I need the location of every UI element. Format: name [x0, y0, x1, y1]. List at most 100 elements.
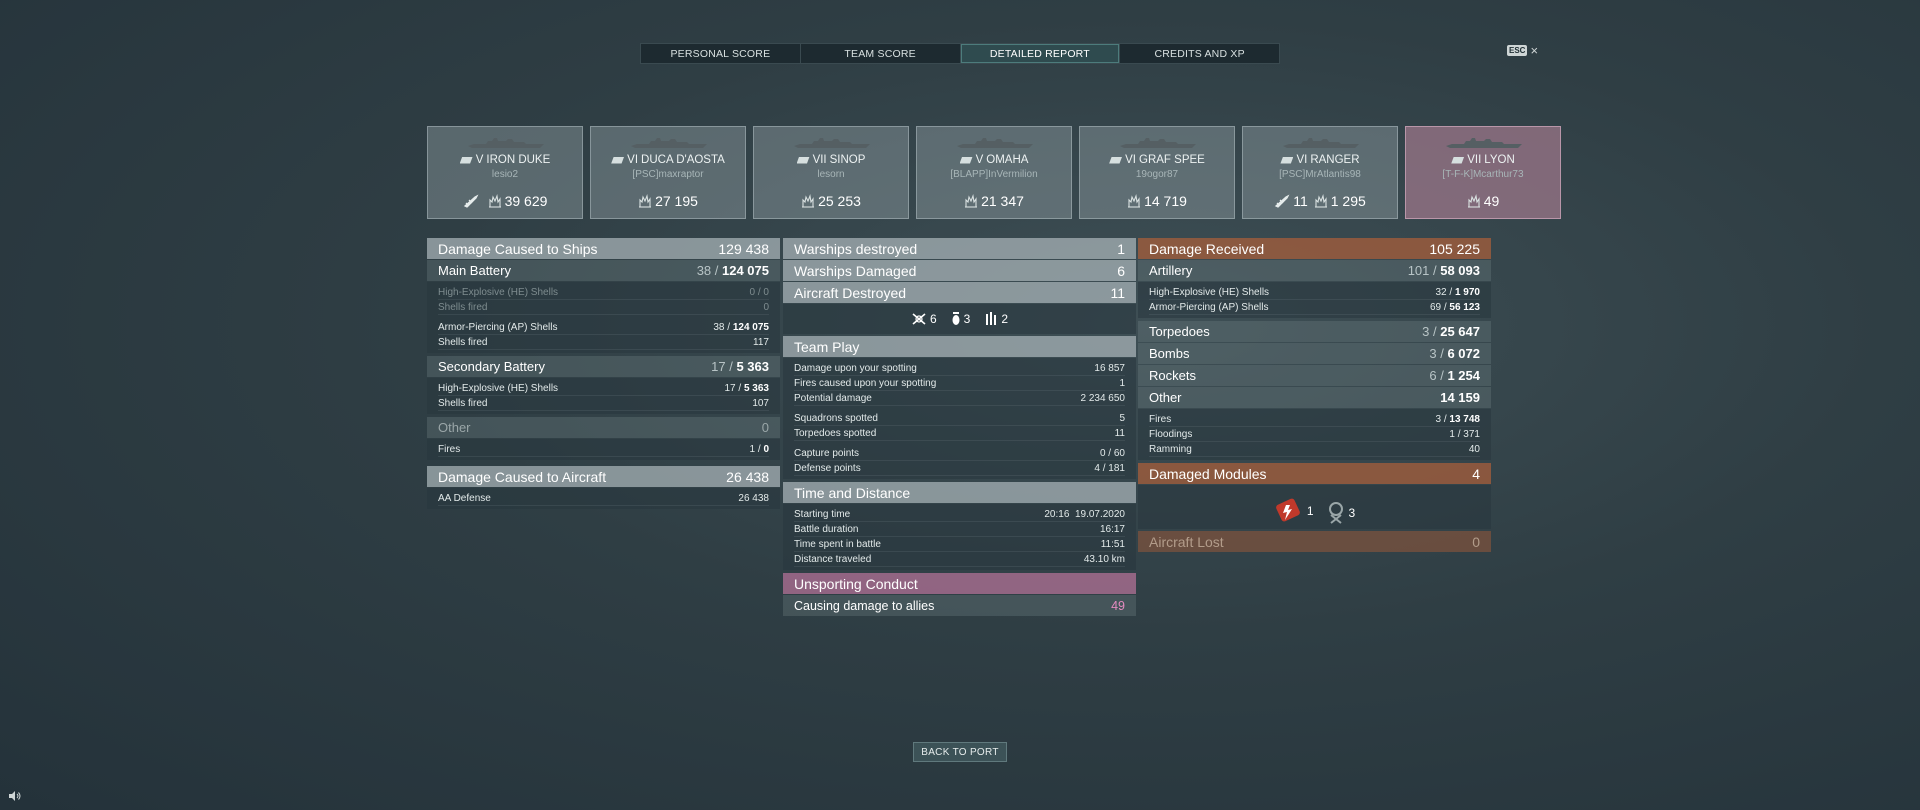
- plane-icon: [1275, 194, 1290, 208]
- warships-damaged-header: Warships Damaged 6: [783, 260, 1136, 281]
- player-name: lesio2: [491, 169, 519, 180]
- mb-he-row: High-Explosive (HE) Shells 0 / 0: [438, 285, 769, 300]
- ship-silhouette-icon: [1283, 138, 1359, 148]
- ship-stats: 27 195: [591, 193, 745, 209]
- main-battery-rows: High-Explosive (HE) Shells 0 / 0 Shells f…: [427, 282, 780, 353]
- ship-card[interactable]: VII LYON [T-F-K]Mcarthur73 49: [1405, 126, 1561, 219]
- other-rows: Fires 1 / 0: [427, 439, 780, 460]
- damage-stat: 25 253: [801, 193, 861, 209]
- td-row: Time spent in battle 11:51: [794, 537, 1125, 552]
- warships-destroyed-header: Warships destroyed 1: [783, 238, 1136, 259]
- artillery-rows: High-Explosive (HE) Shells 32 / 1 970 Arm…: [1138, 282, 1491, 318]
- ship-stats: 11 1 295: [1243, 193, 1397, 209]
- ship-silhouette-icon: [794, 138, 870, 148]
- ship-stats: 21 347: [917, 193, 1071, 209]
- steering-module: 3: [1326, 501, 1355, 525]
- ship-card[interactable]: VI DUCA D'AOSTA [PSC]maxraptor 27 195: [590, 126, 746, 219]
- mb-he-fired-row: Shells fired 0: [438, 300, 769, 315]
- esc-key-icon: ESC: [1507, 45, 1528, 56]
- sound-icon[interactable]: [8, 790, 22, 802]
- close-button[interactable]: ESC ×: [1507, 42, 1539, 58]
- nation-flag-icon: [1109, 156, 1123, 164]
- fires-row: Fires 1 / 0: [438, 442, 769, 457]
- secondary-rows: High-Explosive (HE) Shells 17 / 5 363 She…: [427, 378, 780, 414]
- tp-row: Defense points 4 / 181: [794, 461, 1125, 476]
- ship-name: VII SINOP: [754, 154, 908, 166]
- ship-silhouette-icon: [1120, 138, 1196, 148]
- back-to-port-button[interactable]: BACK TO PORT: [913, 742, 1007, 762]
- bomb-icon: [952, 312, 960, 325]
- tp-row: Torpedoes spotted 11: [794, 426, 1125, 441]
- damage-icon: [802, 194, 815, 208]
- bomber-kills: 3: [951, 312, 970, 326]
- damage-caused-ships-header: Damage Caused to Ships 129 438: [427, 238, 780, 259]
- fighter-icon: [912, 313, 926, 325]
- damage-stat: 27 195: [638, 193, 698, 209]
- secondary-battery-header: Secondary Battery 17 / 5 363: [427, 356, 780, 377]
- player-name: [T-F-K]Mcarthur73: [1442, 169, 1524, 180]
- team-play-header: Team Play: [783, 336, 1136, 357]
- damage-stat: 49: [1467, 193, 1499, 209]
- ramming-row: Ramming 40: [1149, 442, 1480, 457]
- torpedoes-header: Torpedoes 3 / 25 647: [1138, 321, 1491, 342]
- plane-icon: [463, 194, 479, 208]
- aa-rows: AA Defense 26 438: [427, 488, 780, 509]
- ship-card[interactable]: V OMAHA [BLAPP]InVermilion 21 347: [916, 126, 1072, 219]
- td-row: Starting time 20:16 19.07.2020: [794, 507, 1125, 522]
- mb-ap-fired-row: Shells fired 117: [438, 335, 769, 350]
- tp-row: Squadrons spotted 5: [794, 411, 1125, 426]
- bombs-header: Bombs 3 / 6 072: [1138, 343, 1491, 364]
- combat-summary-panel: Warships destroyed 1 Warships Damaged 6 Ai…: [783, 238, 1136, 617]
- tab-team-score[interactable]: TEAM SCORE: [801, 44, 961, 63]
- player-name: [PSC]MrAtlantis98: [1279, 169, 1361, 180]
- sec-fired-row: Shells fired 107: [438, 396, 769, 411]
- mb-ap-row: Armor-Piercing (AP) Shells 38 / 124 075: [438, 320, 769, 335]
- ship-silhouette-icon: [468, 138, 544, 148]
- tab-personal-score[interactable]: PERSONAL SCORE: [641, 44, 801, 63]
- damaged-modules-header: Damaged Modules 4: [1138, 463, 1491, 484]
- ship-stats: 49: [1406, 193, 1560, 209]
- ship-name: VI GRAF SPEE: [1080, 154, 1234, 166]
- ship-name: VII LYON: [1406, 154, 1560, 166]
- ship-card[interactable]: VI RANGER [PSC]MrAtlantis98 11 1 295: [1242, 126, 1398, 219]
- damage-icon: [488, 194, 501, 208]
- damage-stat: 14 719: [1127, 193, 1187, 209]
- time-distance-rows: Starting time 20:16 19.07.2020 Battle dur…: [783, 504, 1136, 570]
- aircraft-stat: 11: [1274, 193, 1308, 209]
- ship-silhouette-icon: [1446, 138, 1522, 148]
- tab-credits-and-xp[interactable]: CREDITS AND XP: [1120, 44, 1279, 63]
- close-icon: ×: [1530, 42, 1539, 58]
- ship-card[interactable]: VI GRAF SPEE 19ogor87 14 719: [1079, 126, 1235, 219]
- damage-stat: 21 347: [964, 193, 1024, 209]
- player-name: [BLAPP]InVermilion: [950, 169, 1038, 180]
- aa-defense-row: AA Defense 26 438: [438, 491, 769, 506]
- team-play-rows: Damage upon your spotting 16 857 Fires ca…: [783, 358, 1136, 479]
- tp-row: Potential damage 2 234 650: [794, 391, 1125, 406]
- tp-row: Capture points 0 / 60: [794, 446, 1125, 461]
- ship-card[interactable]: VII SINOP lesorn 25 253: [753, 126, 909, 219]
- tab-detailed-report[interactable]: DETAILED REPORT: [960, 44, 1121, 63]
- time-distance-header: Time and Distance: [783, 482, 1136, 503]
- ship-stats: 39 629: [428, 193, 582, 209]
- torpedo-icon: [986, 312, 997, 325]
- ship-name: VI DUCA D'AOSTA: [591, 154, 745, 166]
- engine-damaged-icon: [1275, 498, 1300, 522]
- damage-caused-aircraft-header: Damage Caused to Aircraft 26 438: [427, 466, 780, 487]
- sec-he-row: High-Explosive (HE) Shells 17 / 5 363: [438, 381, 769, 396]
- player-name: [PSC]maxraptor: [632, 169, 704, 180]
- nation-flag-icon: [459, 156, 473, 164]
- ship-name: VI RANGER: [1243, 154, 1397, 166]
- fires-received-row: Fires 3 / 13 748: [1149, 412, 1480, 427]
- player-name: 19ogor87: [1135, 169, 1179, 180]
- torpedo-bomber-kills: 2: [984, 312, 1008, 326]
- ship-card[interactable]: V IRON DUKE lesio2 39 629: [427, 126, 583, 219]
- ship-name: V OMAHA: [917, 154, 1071, 166]
- ship-stats: 25 253: [754, 193, 908, 209]
- rockets-header: Rockets 6 / 1 254: [1138, 365, 1491, 386]
- tp-row: Damage upon your spotting 16 857: [794, 361, 1125, 376]
- damage-icon: [965, 194, 978, 208]
- main-battery-header: Main Battery 38 / 124 075: [427, 260, 780, 281]
- ship-silhouette-icon: [631, 138, 707, 148]
- tp-row: Fires caused upon your spotting 1: [794, 376, 1125, 391]
- player-name: lesorn: [817, 169, 845, 180]
